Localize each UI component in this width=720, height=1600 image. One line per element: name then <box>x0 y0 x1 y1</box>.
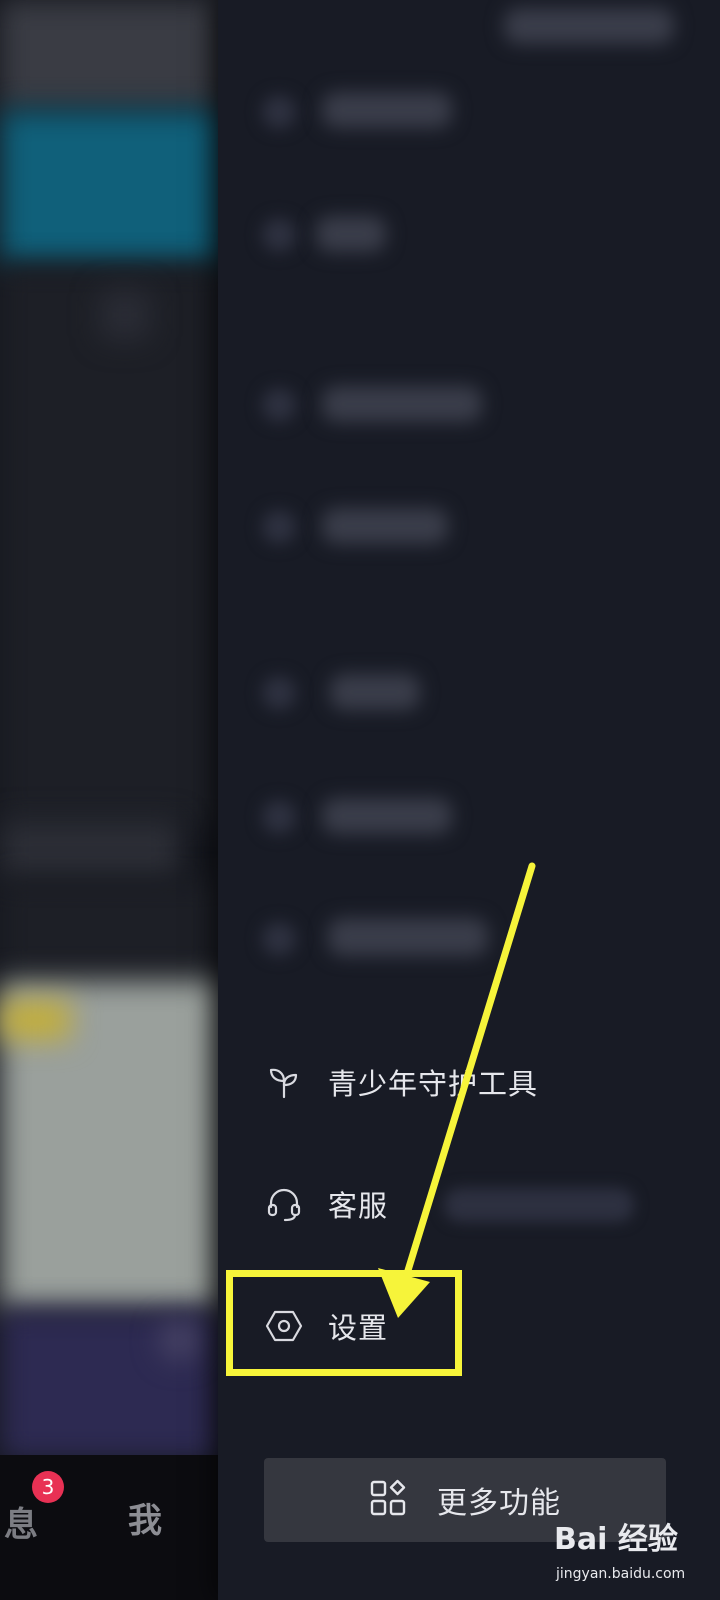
blurred-content <box>0 0 220 110</box>
blurred-content <box>0 265 220 825</box>
notification-badge: 3 <box>32 1471 64 1503</box>
grid-apps-icon <box>369 1479 407 1521</box>
menu-item-teen-protection[interactable]: 青少年守护工具 <box>264 1050 704 1114</box>
blurred-menu-item <box>316 216 386 252</box>
blurred-menu-item <box>322 508 448 544</box>
blurred-photo-detail <box>160 1320 200 1360</box>
menu-item-label: 客服 <box>328 1189 389 1223</box>
watermark: Bai 经验 jingyan.baidu.com <box>552 1510 712 1592</box>
blurred-icon <box>262 800 296 834</box>
blurred-icon <box>100 290 150 340</box>
nav-tab-me[interactable]: 我 <box>128 1493 162 1542</box>
watermark-url: jingyan.baidu.com <box>556 1566 686 1582</box>
blurred-icon <box>262 510 296 544</box>
blurred-icon <box>262 388 296 422</box>
blurred-menu-item <box>322 798 452 834</box>
annotation-highlight-box <box>226 1270 462 1376</box>
sprout-icon <box>264 1062 304 1102</box>
blurred-menu-item <box>322 386 482 422</box>
blurred-menu-item <box>322 92 452 128</box>
blurred-icon <box>262 922 296 956</box>
more-features-label: 更多功能 <box>437 1486 561 1521</box>
blurred-icon <box>262 218 296 252</box>
blurred-icon <box>262 95 296 129</box>
watermark-logo-text: Bai 经验 <box>554 1522 678 1557</box>
blurred-content <box>0 880 220 980</box>
headset-icon <box>264 1184 304 1224</box>
blurred-text <box>444 1188 634 1222</box>
bottom-navigation: 息 3 我 <box>0 1455 218 1600</box>
menu-item-customer-service[interactable]: 客服 <box>264 1172 704 1236</box>
blurred-text <box>0 820 180 880</box>
blurred-menu-item <box>504 8 674 44</box>
background-feed <box>0 0 220 1600</box>
menu-item-label: 青少年守护工具 <box>328 1067 539 1101</box>
blurred-menu-item <box>330 674 420 710</box>
blurred-menu-item <box>328 918 488 956</box>
nav-tab-messages[interactable]: 息 <box>4 1497 38 1546</box>
blurred-photo-detail <box>0 1000 70 1040</box>
blurred-banner <box>0 110 220 265</box>
blurred-icon <box>262 676 296 710</box>
